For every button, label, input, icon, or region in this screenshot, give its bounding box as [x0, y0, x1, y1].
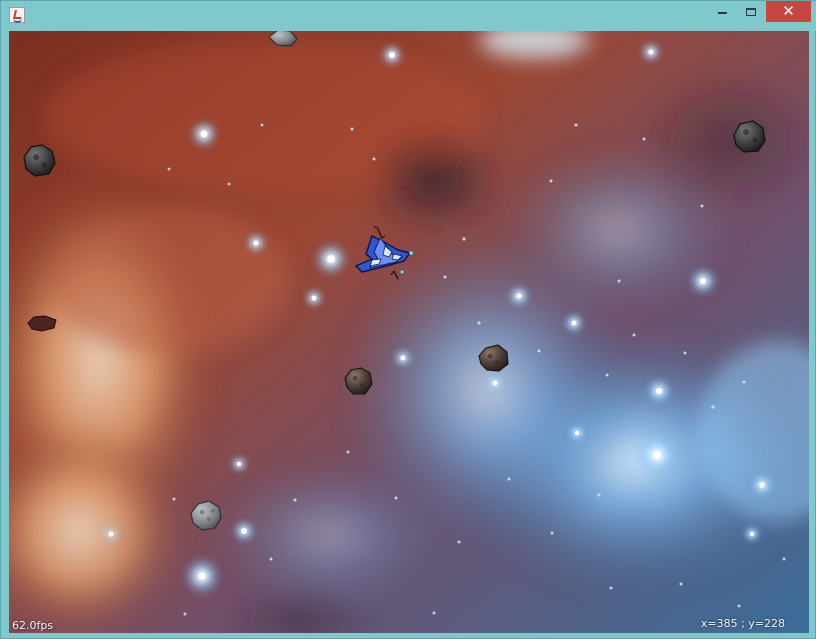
maximize-icon	[745, 7, 756, 16]
close-button[interactable]: ✕	[766, 1, 811, 22]
asteroid	[27, 315, 57, 332]
asteroid	[733, 120, 766, 153]
asteroid	[23, 144, 56, 177]
game-window: ✕ 62.0fps x=385 ; y=228	[0, 0, 816, 639]
fps-counter: 62.0fps	[12, 619, 54, 632]
close-icon: ✕	[782, 2, 795, 20]
java-cup-icon[interactable]	[9, 7, 25, 23]
title-bar[interactable]: ✕	[1, 1, 816, 31]
maximize-button[interactable]	[737, 1, 764, 22]
minimize-icon	[718, 11, 727, 14]
minimize-button[interactable]	[709, 1, 736, 22]
asteroid	[344, 367, 373, 395]
nebula-clouds	[9, 31, 809, 633]
space-scene	[9, 31, 809, 633]
game-canvas[interactable]: 62.0fps x=385 ; y=228	[9, 31, 809, 633]
player-coordinates: x=385 ; y=228	[700, 617, 785, 630]
